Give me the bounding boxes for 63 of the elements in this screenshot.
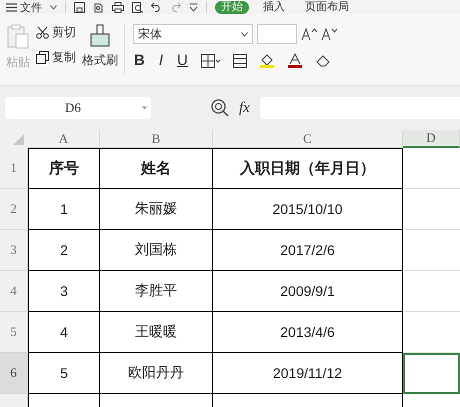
row-header[interactable]: 6 <box>0 353 28 394</box>
column-header[interactable]: C <box>213 130 403 148</box>
zoom-icon[interactable] <box>211 99 229 117</box>
header-cell: 序号 <box>28 148 100 189</box>
row-header[interactable]: 2 <box>0 189 28 230</box>
borders-icon[interactable] <box>200 54 221 68</box>
row-header[interactable]: 5 <box>0 312 28 353</box>
table-cell: 4 <box>28 312 100 353</box>
underline-button[interactable]: U <box>176 52 189 69</box>
column-header[interactable]: A <box>28 130 100 148</box>
caret-icon[interactable] <box>50 4 57 10</box>
table-cell: 1 <box>28 189 100 230</box>
grow-font-icon[interactable] <box>301 27 317 41</box>
table-cell: 2019/11/12 <box>213 353 403 394</box>
bold-button[interactable]: B <box>133 52 146 69</box>
menu-icon[interactable] <box>6 2 17 12</box>
column-header[interactable]: B <box>100 130 213 148</box>
row-header[interactable]: 1 <box>0 148 28 189</box>
preview-icon[interactable] <box>132 2 143 12</box>
table-cell: 5 <box>28 353 100 394</box>
table-cell: 2015/10/10 <box>213 189 403 230</box>
function-button[interactable]: fx <box>239 100 250 116</box>
ribbon-tab[interactable]: 页面布局 <box>299 0 355 14</box>
paint-brush-icon[interactable] <box>89 24 111 48</box>
column-header[interactable]: D <box>403 130 460 148</box>
selected-cell[interactable] <box>403 353 460 394</box>
italic-button[interactable]: I <box>158 52 164 69</box>
cut-button[interactable]: 剪切 <box>52 24 76 41</box>
row-header[interactable]: 3 <box>0 230 28 271</box>
table-cell: 李胜平 <box>100 271 213 312</box>
scissors-icon[interactable] <box>36 26 49 39</box>
table-cell: 2009/9/1 <box>213 271 403 312</box>
table-cell: 朱丽媛 <box>100 189 213 230</box>
caret-icon <box>241 32 248 36</box>
name-box[interactable]: D6 <box>5 97 151 119</box>
row-header[interactable]: 4 <box>0 271 28 312</box>
table-cell: 欧阳丹丹 <box>100 353 213 394</box>
font-dropdown[interactable]: 宋体 <box>133 24 253 44</box>
ribbon-tab[interactable]: 开始 <box>215 0 249 14</box>
shrink-font-icon[interactable] <box>321 27 337 41</box>
undo-icon[interactable] <box>151 2 162 12</box>
format-painter-button[interactable]: 格式刷 <box>82 52 118 69</box>
copy-button[interactable]: 复制 <box>52 49 76 66</box>
table-cell: 2017/2/6 <box>213 230 403 271</box>
table-cell: 3 <box>28 271 100 312</box>
more-icon[interactable] <box>189 2 198 12</box>
table-cell: 刘国栋 <box>100 230 213 271</box>
print-icon[interactable] <box>112 2 124 12</box>
fill-color-icon[interactable] <box>258 53 275 68</box>
ribbon-tab[interactable]: 插入 <box>257 0 291 14</box>
header-cell: 入职日期（年月日） <box>213 148 403 189</box>
table-cell: 2 <box>28 230 100 271</box>
table-cell: 2013/4/6 <box>213 312 403 353</box>
font-size-field[interactable] <box>257 24 297 44</box>
caret-icon <box>142 106 147 110</box>
file-menu[interactable]: 文件 <box>20 0 42 14</box>
table-cell: 王暖暖 <box>100 312 213 353</box>
copy-icon[interactable] <box>36 51 49 64</box>
header-cell: 姓名 <box>100 148 213 189</box>
merge-cells-icon[interactable] <box>232 54 247 68</box>
paste-icon <box>6 24 30 50</box>
save-icon[interactable] <box>74 2 85 12</box>
font-color-icon[interactable] <box>286 53 303 68</box>
